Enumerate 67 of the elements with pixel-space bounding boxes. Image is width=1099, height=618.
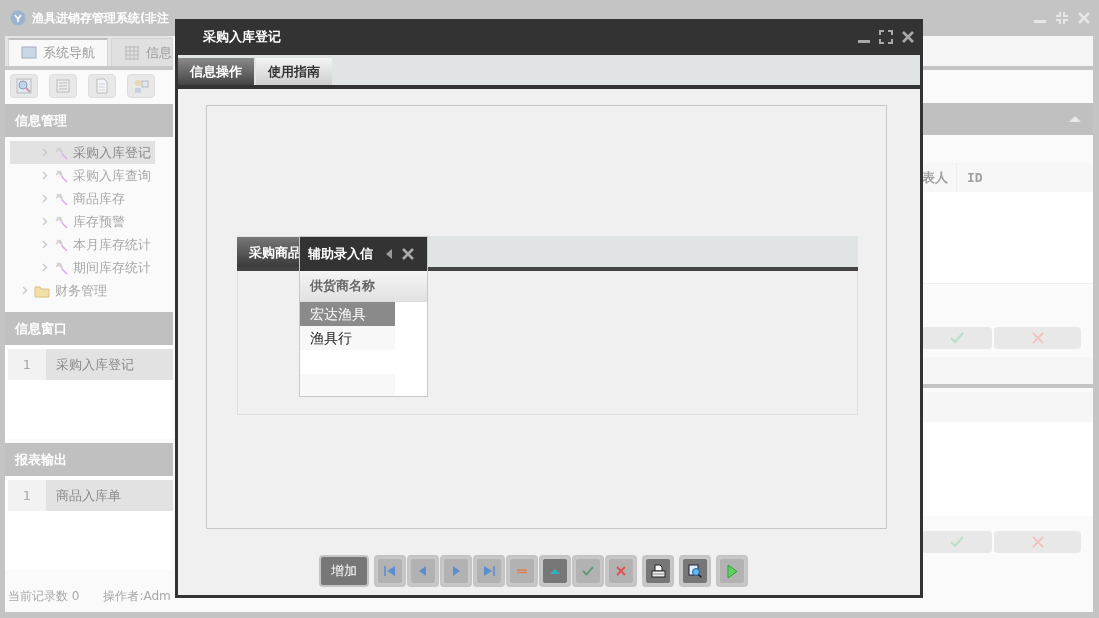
section-header: 报表输出 (5, 443, 173, 476)
wand-icon (54, 214, 68, 229)
chevron-icon[interactable] (40, 217, 49, 226)
grid-icon (124, 44, 140, 61)
chevron-icon[interactable] (40, 240, 49, 249)
close-icon[interactable] (901, 30, 915, 44)
cancel-button[interactable] (994, 531, 1081, 553)
row-number: 1 (8, 349, 46, 380)
table-row[interactable]: 宏达渔具 (300, 302, 395, 326)
cancel-button[interactable] (994, 327, 1081, 349)
wand-icon (54, 260, 68, 275)
list-item[interactable]: 商品入库单 (46, 480, 173, 511)
monitor-icon (21, 45, 37, 61)
restore-icon[interactable] (1055, 11, 1069, 25)
check-icon (950, 332, 964, 344)
cross-icon (1031, 332, 1044, 344)
add-button[interactable]: 增加 (319, 555, 369, 587)
app-title: 渔具进销存管理系统(非注 (32, 9, 170, 27)
section-header: 信息管理 (5, 104, 173, 137)
left-arrow-icon[interactable] (386, 249, 392, 259)
wand-icon (54, 237, 68, 252)
document-icon (93, 77, 111, 95)
tree-item[interactable]: 本月库存统计 (10, 233, 155, 256)
table-row[interactable]: 渔具行 (300, 326, 395, 350)
confirm-button[interactable] (922, 327, 992, 349)
row-number: 1 (8, 480, 46, 511)
popup-title: 辅助录入信 (308, 245, 374, 263)
confirm-button[interactable] (922, 531, 992, 553)
chevron-icon[interactable] (40, 194, 49, 203)
toolbar-button[interactable] (127, 74, 155, 98)
check-icon (950, 536, 964, 548)
tree-item[interactable]: 采购入库登记 (10, 141, 155, 164)
chevron-icon[interactable] (40, 263, 49, 272)
toolbar-button[interactable] (10, 74, 38, 98)
logo-icon (10, 10, 26, 26)
tree-item[interactable]: 财务管理 (10, 279, 111, 302)
status-text: 操作者:Adm (103, 587, 171, 605)
toolbar-button[interactable] (49, 74, 77, 98)
tab[interactable]: 系统导航 (8, 38, 108, 66)
cross-icon (1031, 536, 1044, 548)
wand-icon (54, 168, 68, 183)
magnifier-icon (15, 77, 33, 95)
tree-item[interactable]: 库存预警 (10, 210, 129, 233)
list-icon (54, 77, 72, 95)
list-item[interactable]: 采购入库登记 (46, 349, 173, 380)
chevron-icon[interactable] (40, 171, 49, 180)
tab[interactable]: 使用指南 (256, 58, 332, 85)
tab[interactable]: 信息 (111, 38, 173, 66)
tree-item[interactable]: 采购入库查询 (10, 164, 155, 187)
wand-icon (54, 191, 68, 206)
tree-item[interactable]: 期间库存统计 (10, 256, 155, 279)
status-text: 当前记录数 0 (8, 587, 80, 605)
user-icon (132, 77, 150, 95)
collapse-icon[interactable] (1069, 115, 1081, 123)
section-header: 信息窗口 (5, 312, 173, 345)
close-icon[interactable] (402, 248, 414, 260)
dialog-title: 采购入库登记 (203, 28, 281, 46)
chevron-icon[interactable] (20, 286, 29, 295)
toolbar-button[interactable] (88, 74, 116, 98)
chevron-icon[interactable] (40, 148, 49, 157)
tree-item[interactable]: 商品库存 (10, 187, 129, 210)
column-header: 供货商名称 (300, 271, 427, 302)
maximize-icon[interactable] (879, 30, 893, 44)
folder-icon (34, 283, 50, 298)
column-header: ID (966, 169, 983, 187)
tab[interactable]: 信息操作 (178, 58, 254, 85)
wand-icon (54, 145, 68, 160)
